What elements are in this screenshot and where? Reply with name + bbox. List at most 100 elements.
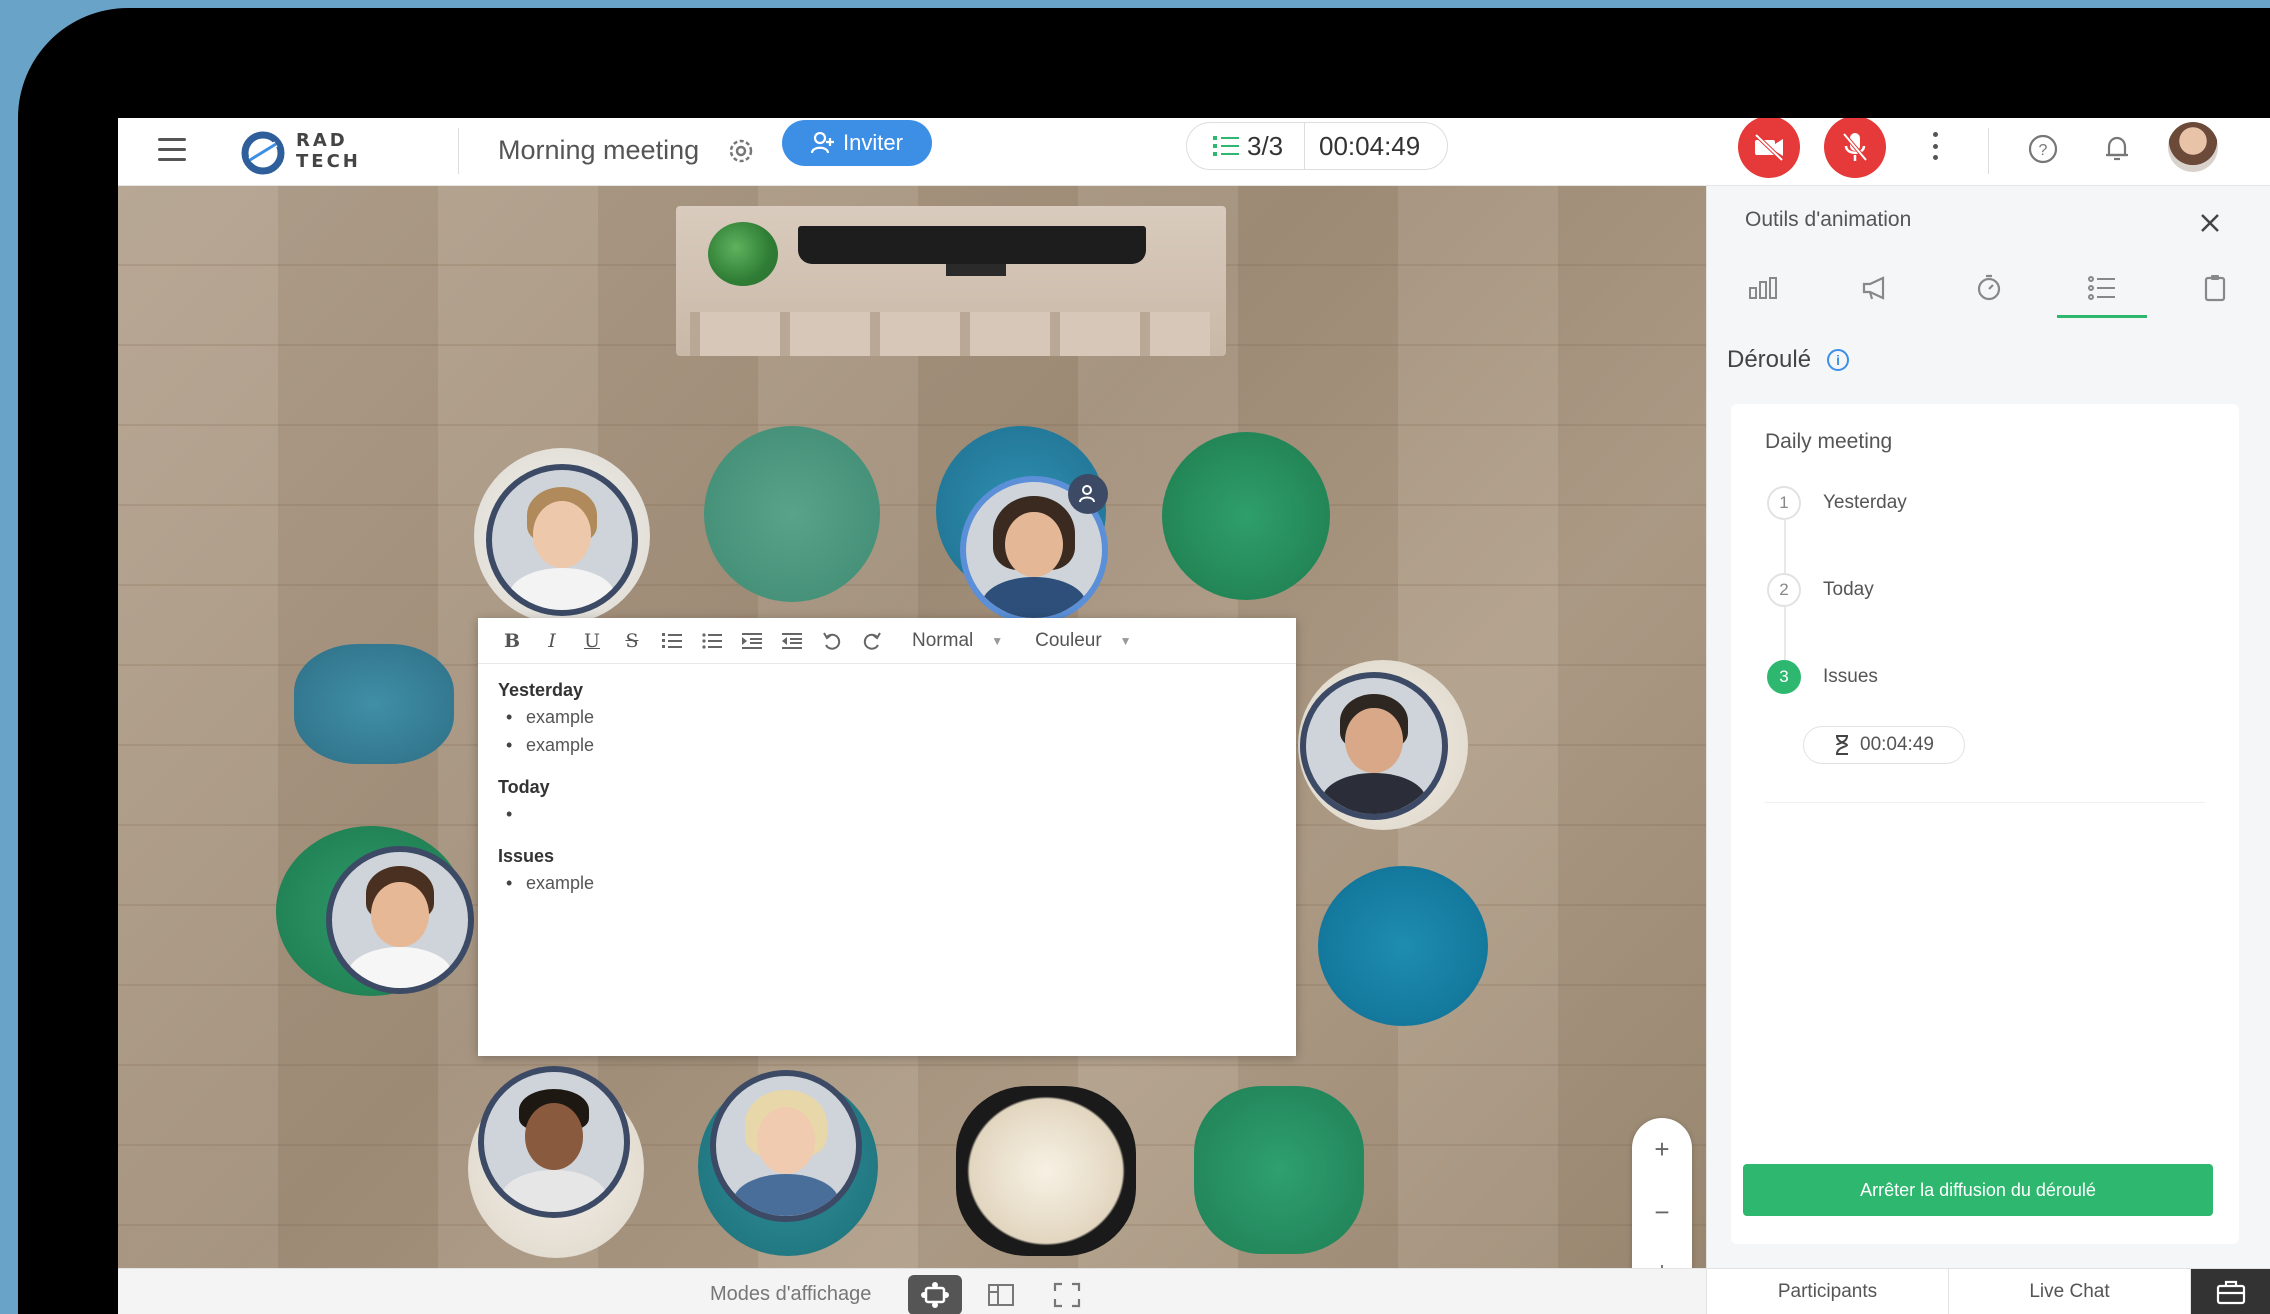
meeting-timer[interactable]: 3/3 00:04:49 bbox=[1186, 122, 1448, 170]
participant-seat[interactable] bbox=[1300, 672, 1448, 820]
info-icon[interactable]: i bbox=[1827, 349, 1850, 371]
ordered-list-icon[interactable] bbox=[652, 624, 692, 658]
host-badge-icon bbox=[1068, 474, 1108, 514]
panel-bottom-tabs: Participants Live Chat bbox=[1707, 1268, 2270, 1314]
step-number: 1 bbox=[1767, 486, 1801, 520]
bar-chart-icon bbox=[1749, 277, 1778, 299]
fullscreen-icon bbox=[1053, 1282, 1081, 1308]
room-tv bbox=[798, 226, 1146, 264]
add-user-icon bbox=[811, 132, 835, 154]
elapsed-time: 00:04:49 bbox=[1319, 130, 1421, 161]
undo-icon[interactable] bbox=[812, 624, 852, 658]
participant-seat[interactable] bbox=[486, 464, 638, 616]
indent-icon[interactable] bbox=[732, 624, 772, 658]
text-format-value: Normal bbox=[912, 629, 974, 651]
toolbox-icon bbox=[2216, 1280, 2246, 1304]
help-icon[interactable]: ? bbox=[2026, 132, 2060, 166]
text-format-select[interactable]: Normal ▼ bbox=[900, 626, 1015, 656]
invite-label: Inviter bbox=[843, 130, 903, 155]
meeting-title: Morning meeting bbox=[498, 135, 700, 165]
empty-chair[interactable] bbox=[1162, 432, 1330, 600]
empty-chair[interactable] bbox=[1194, 1086, 1364, 1254]
notes-heading: Issues bbox=[498, 846, 555, 866]
bullet-list-icon[interactable] bbox=[692, 624, 732, 658]
notes-heading: Today bbox=[498, 777, 550, 797]
empty-chair[interactable] bbox=[956, 1086, 1136, 1256]
camera-off-button[interactable] bbox=[1738, 118, 1800, 178]
section-title: Déroulé i bbox=[1727, 346, 1850, 374]
shared-notes-editor[interactable]: B I U S Normal ▼ Couleur ▼ Yesterday • e… bbox=[478, 618, 1296, 1056]
agenda-step[interactable]: 1 Yesterday bbox=[1767, 486, 1907, 573]
step-label: Issues bbox=[1823, 666, 1878, 687]
toolbox-button[interactable] bbox=[2191, 1269, 2270, 1314]
room-view-icon bbox=[921, 1282, 949, 1308]
step-timer-value: 00:04:49 bbox=[1860, 734, 1934, 755]
agenda-progress-text: 3/3 bbox=[1247, 130, 1284, 161]
app-window: RAD TECH Morning meeting Inviter 3/3 00:… bbox=[118, 118, 2270, 1314]
agenda-step[interactable]: 2 Today bbox=[1767, 573, 1907, 660]
step-label: Yesterday bbox=[1823, 492, 1907, 513]
empty-chair[interactable] bbox=[294, 644, 454, 764]
step-number: 3 bbox=[1767, 660, 1801, 694]
empty-chair[interactable] bbox=[1318, 866, 1488, 1026]
invite-button[interactable]: Inviter bbox=[782, 120, 932, 166]
camera-off-icon bbox=[1754, 133, 1784, 162]
agenda-card: Daily meeting 1 Yesterday 2 Today 3 Issu… bbox=[1731, 404, 2239, 1244]
zoom-out-icon[interactable]: − bbox=[1642, 1193, 1682, 1233]
split-layout-icon bbox=[988, 1284, 1014, 1306]
clipboard-icon bbox=[2204, 275, 2225, 302]
editor-toolbar: B I U S Normal ▼ Couleur ▼ bbox=[478, 618, 1296, 664]
more-options-icon[interactable] bbox=[1928, 126, 1942, 166]
underline-icon[interactable]: U bbox=[572, 624, 612, 658]
tab-agenda[interactable] bbox=[2045, 258, 2158, 318]
editor-content[interactable]: Yesterday example example Today Issues e… bbox=[478, 664, 1296, 917]
participant-seat[interactable] bbox=[710, 1070, 862, 1222]
step-label: Today bbox=[1823, 579, 1874, 600]
agenda-list-icon bbox=[2087, 276, 2115, 300]
animation-tools-panel: Outils d'animation Déroulé i Daily meeti… bbox=[1706, 186, 2270, 1314]
user-avatar[interactable] bbox=[2168, 122, 2218, 172]
italic-icon[interactable]: I bbox=[532, 624, 572, 658]
zoom-in-icon[interactable]: + bbox=[1642, 1130, 1682, 1170]
tab-poll[interactable] bbox=[1707, 258, 1820, 318]
meeting-settings-gear-icon[interactable] bbox=[726, 136, 756, 166]
strikethrough-icon[interactable]: S bbox=[612, 624, 652, 658]
timer-icon bbox=[1977, 274, 2001, 301]
participant-seat[interactable] bbox=[326, 846, 474, 994]
stop-agenda-broadcast-button[interactable]: Arrêter la diffusion du déroulé bbox=[1743, 1164, 2213, 1216]
fullscreen-button[interactable] bbox=[1040, 1275, 1094, 1314]
redo-icon[interactable] bbox=[852, 624, 892, 658]
section-title-text: Déroulé bbox=[1727, 346, 1812, 373]
logo-text-line1: RAD bbox=[296, 130, 348, 151]
agenda-progress[interactable]: 3/3 bbox=[1187, 123, 1305, 169]
bold-icon[interactable]: B bbox=[492, 624, 532, 658]
room-view-button[interactable] bbox=[908, 1275, 962, 1314]
microphone-off-button[interactable] bbox=[1824, 118, 1886, 178]
logo-text-line2: TECH bbox=[296, 151, 361, 172]
panel-tabs bbox=[1707, 258, 2270, 318]
tab-participants[interactable]: Participants bbox=[1707, 1269, 1949, 1314]
hourglass-icon bbox=[1836, 735, 1849, 755]
tab-live-chat[interactable]: Live Chat bbox=[1949, 1269, 2191, 1314]
megaphone-icon bbox=[1863, 276, 1885, 300]
notes-item: example bbox=[498, 707, 1276, 727]
tab-clipboard[interactable] bbox=[2158, 258, 2270, 318]
notes-item: example bbox=[498, 735, 1276, 755]
notes-item: example bbox=[498, 873, 1276, 893]
close-icon[interactable] bbox=[2195, 208, 2225, 238]
plant-decoration bbox=[708, 222, 778, 286]
empty-chair[interactable] bbox=[704, 426, 880, 602]
notification-bell-icon[interactable] bbox=[2100, 132, 2134, 166]
notes-item bbox=[498, 804, 1276, 824]
outdent-icon[interactable] bbox=[772, 624, 812, 658]
text-color-select[interactable]: Couleur ▼ bbox=[1023, 626, 1143, 656]
split-view-button[interactable] bbox=[974, 1275, 1028, 1314]
logo: RAD TECH bbox=[240, 124, 390, 180]
tab-announcement[interactable] bbox=[1820, 258, 1933, 318]
menu-icon[interactable] bbox=[158, 138, 186, 164]
tab-timer[interactable] bbox=[1933, 258, 2046, 318]
participant-seat[interactable] bbox=[478, 1066, 630, 1218]
step-timer: 00:04:49 bbox=[1803, 726, 1965, 764]
bottom-bar: Modes d'affichage bbox=[118, 1268, 1706, 1314]
meeting-room: B I U S Normal ▼ Couleur ▼ Yesterday • e… bbox=[118, 186, 1706, 1268]
